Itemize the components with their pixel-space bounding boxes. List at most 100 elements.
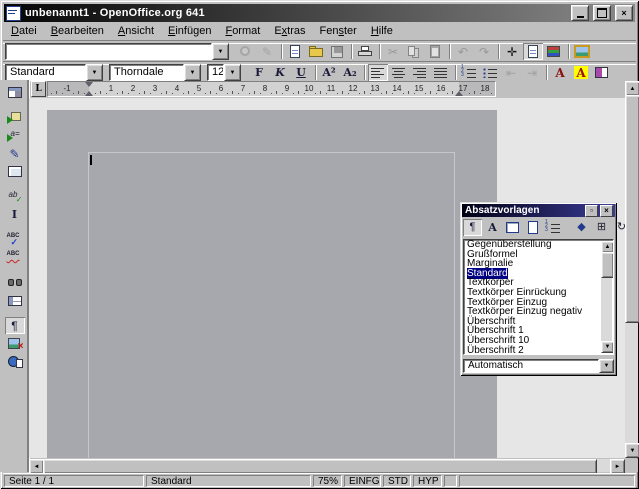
increase-indent-icon[interactable]: ⇥ <box>522 64 542 81</box>
find-replace-icon[interactable] <box>5 274 25 291</box>
page-styles-icon[interactable] <box>523 219 542 236</box>
menu-einfügen[interactable]: Einfügen <box>161 24 218 38</box>
font-name-value[interactable]: Thorndale <box>109 64 184 81</box>
align-justify-icon[interactable] <box>431 64 451 81</box>
character-styles-icon[interactable]: A <box>483 219 502 236</box>
paragraph-style-value[interactable]: Standard <box>5 64 86 81</box>
align-left-icon[interactable] <box>368 64 388 81</box>
left-indent-marker[interactable] <box>85 91 93 96</box>
minimize-button[interactable] <box>571 5 589 21</box>
data-sources-icon[interactable] <box>5 292 25 309</box>
scroll-up-button[interactable]: ▲ <box>625 81 639 96</box>
horizontal-scrollbar[interactable]: ◄ ► <box>29 459 625 472</box>
close-button[interactable]: × <box>615 5 633 21</box>
align-center-icon[interactable] <box>389 64 409 81</box>
print-document-icon[interactable] <box>355 43 375 60</box>
insert-table-icon[interactable] <box>5 84 25 101</box>
status-hyperlink-mode[interactable]: HYP <box>413 475 442 487</box>
page[interactable] <box>47 110 497 458</box>
stylist-icon[interactable] <box>523 43 543 60</box>
first-line-indent-marker[interactable] <box>85 82 93 87</box>
nonprinting-characters-icon[interactable]: ¶ <box>5 317 25 334</box>
underline-icon[interactable]: U <box>291 64 311 81</box>
align-right-icon[interactable] <box>410 64 430 81</box>
font-name-dropdown-button[interactable]: ▼ <box>184 64 201 81</box>
fill-format-mode-icon[interactable]: ◆ <box>572 219 591 236</box>
stylist-title-bar[interactable]: Absatzvorlagen ▫ × <box>462 204 615 217</box>
new-style-from-selection-icon[interactable]: ⊞ <box>592 219 611 236</box>
italic-icon[interactable]: K <box>270 64 290 81</box>
tab-type-button[interactable]: L <box>31 81 46 97</box>
stop-loading-icon[interactable] <box>236 43 256 60</box>
vertical-scrollbar[interactable]: ▲ ▼ <box>625 81 638 458</box>
status-selection-mode[interactable]: STD <box>383 475 411 487</box>
gallery-icon[interactable] <box>572 43 592 60</box>
menu-bearbeiten[interactable]: Bearbeiten <box>44 24 111 38</box>
stylist-dock-button[interactable]: ▫ <box>585 205 598 217</box>
auto-spellcheck-icon[interactable] <box>5 249 25 266</box>
style-scroll-thumb[interactable] <box>601 252 614 278</box>
style-scroll-down-button[interactable]: ▼ <box>601 341 614 353</box>
spellcheck-icon[interactable] <box>5 231 25 248</box>
direct-cursor-icon[interactable]: I <box>5 206 25 223</box>
horizontal-scroll-thumb[interactable] <box>43 459 597 474</box>
paragraph-style-combo: Standard ▼ <box>5 64 103 81</box>
menu-format[interactable]: Format <box>218 24 267 38</box>
style-filter-value[interactable]: Automatisch <box>463 359 599 373</box>
form-functions-icon[interactable] <box>5 163 25 180</box>
paragraph-style-dropdown-button[interactable]: ▼ <box>86 64 103 81</box>
font-size-dropdown-button[interactable]: ▼ <box>224 64 241 81</box>
status-insert-mode[interactable]: EINFG <box>344 475 381 487</box>
save-document-icon[interactable] <box>327 43 347 60</box>
status-zoom[interactable]: 75% <box>313 475 342 487</box>
scroll-right-button[interactable]: ► <box>610 459 625 474</box>
insert-icon[interactable] <box>5 109 25 126</box>
navigator-icon[interactable]: ✛ <box>502 43 522 60</box>
superscript-icon[interactable]: A² <box>319 64 339 81</box>
maximize-button[interactable] <box>593 5 611 21</box>
decrease-indent-glyph: ⇤ <box>506 67 516 79</box>
autotext-icon[interactable] <box>5 188 25 205</box>
menu-fenster[interactable]: Fenster <box>313 24 364 38</box>
style-list-scrollbar[interactable]: ▲ ▼ <box>601 241 612 353</box>
menu-ansicht[interactable]: Ansicht <box>111 24 161 38</box>
load-url-input[interactable] <box>5 43 212 60</box>
draw-functions-icon[interactable]: ✎ <box>5 145 25 162</box>
numbering-on-off-icon[interactable] <box>459 64 479 81</box>
bold-icon[interactable]: F <box>249 64 269 81</box>
bullets-on-off-icon[interactable] <box>480 64 500 81</box>
copy-icon[interactable] <box>404 43 424 60</box>
paste-icon[interactable] <box>425 43 445 60</box>
menu-datei[interactable]: Datei <box>4 24 44 38</box>
style-filter-dropdown-button[interactable]: ▼ <box>599 359 614 373</box>
menu-extras[interactable]: Extras <box>267 24 312 38</box>
highlighting-icon[interactable]: A <box>571 64 591 81</box>
menu-hilfe[interactable]: Hilfe <box>364 24 400 38</box>
update-style-icon[interactable]: ↻ <box>612 219 631 236</box>
online-layout-icon[interactable] <box>5 353 25 370</box>
undo-icon[interactable]: ↶ <box>453 43 473 60</box>
frame-styles-icon[interactable] <box>503 219 522 236</box>
open-document-icon[interactable] <box>306 43 326 60</box>
font-color-icon[interactable]: A <box>550 64 570 81</box>
load-url-dropdown-button[interactable]: ▼ <box>212 43 229 60</box>
redo-icon[interactable]: ↷ <box>474 43 494 60</box>
edit-file-icon[interactable]: ✎ <box>257 43 277 60</box>
scroll-left-button[interactable]: ◄ <box>29 459 44 474</box>
vertical-scroll-thumb[interactable] <box>625 95 639 323</box>
hyperlink-dialog-icon[interactable] <box>544 43 564 60</box>
paragraph-styles-icon[interactable]: ¶ <box>463 219 482 236</box>
style-item-überschrift-2[interactable]: Überschrift 2 <box>464 346 602 355</box>
stylist-close-button[interactable]: × <box>600 205 613 217</box>
insert-fields-icon[interactable] <box>5 127 25 144</box>
graphics-on-off-icon[interactable] <box>5 335 25 352</box>
title-bar[interactable]: unbenannt1 - OpenOffice.org 641 × <box>4 4 635 22</box>
numbering-styles-icon[interactable] <box>543 219 562 236</box>
decrease-indent-icon[interactable]: ⇤ <box>501 64 521 81</box>
subscript-icon[interactable]: A₂ <box>340 64 360 81</box>
scroll-down-button[interactable]: ▼ <box>625 443 639 458</box>
cut-icon[interactable]: ✂ <box>383 43 403 60</box>
new-document-icon[interactable] <box>285 43 305 60</box>
paragraph-background-icon[interactable] <box>592 64 612 81</box>
font-size-value[interactable]: 12 <box>207 64 224 81</box>
